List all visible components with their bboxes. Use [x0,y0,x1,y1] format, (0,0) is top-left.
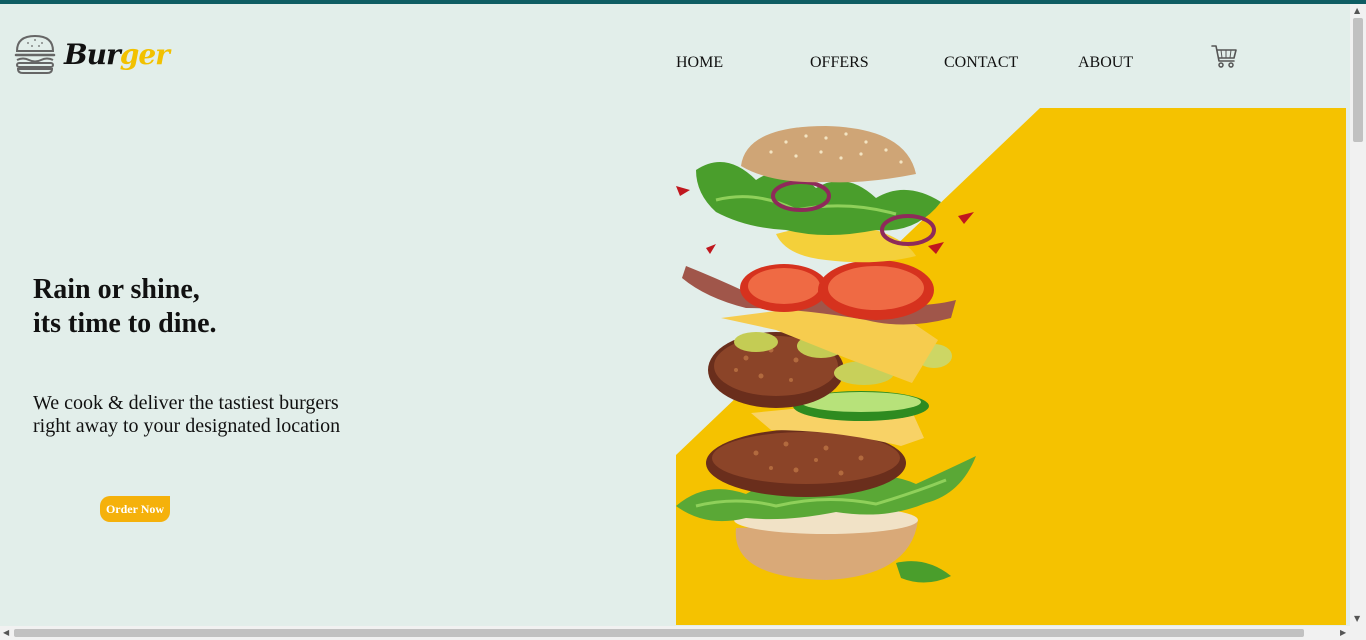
hero-title: Rain or shine, its time to dine. [33,273,217,341]
hero-subtitle: We cook & deliver the tastiest burgers r… [33,392,340,438]
cart-icon[interactable] [1211,43,1238,70]
hero-subtitle-line1: We cook & deliver the tastiest burgers [33,392,339,414]
top-accent-bar [0,0,1366,4]
hero-subtitle-line2: right away to your designated location [33,415,341,437]
horizontal-scrollbar[interactable]: ◀ ▶ [0,626,1366,640]
nav-about[interactable]: ABOUT [1078,54,1133,72]
horizontal-scroll-thumb[interactable] [14,629,1304,637]
nav-offers[interactable]: OFFERS [810,54,869,72]
hero-burger-image [676,108,1346,625]
hero-title-line1: Rain or shine, [33,274,200,305]
hero-title-line2: its time to dine. [33,308,217,339]
nav-contact[interactable]: CONTACT [944,54,1018,72]
vertical-scroll-thumb[interactable] [1353,18,1363,142]
nav-home[interactable]: HOME [676,54,723,72]
scroll-up-icon[interactable]: ▲ [1354,6,1360,16]
order-now-button[interactable]: Order Now [100,496,170,522]
main-nav: HOME OFFERS CONTACT ABOUT [0,54,1366,76]
scroll-left-icon[interactable]: ◀ [3,628,9,638]
scroll-down-icon[interactable]: ▼ [1354,614,1360,624]
scroll-right-icon[interactable]: ▶ [1340,628,1346,638]
vertical-scrollbar[interactable]: ▲ ▼ [1350,4,1366,626]
